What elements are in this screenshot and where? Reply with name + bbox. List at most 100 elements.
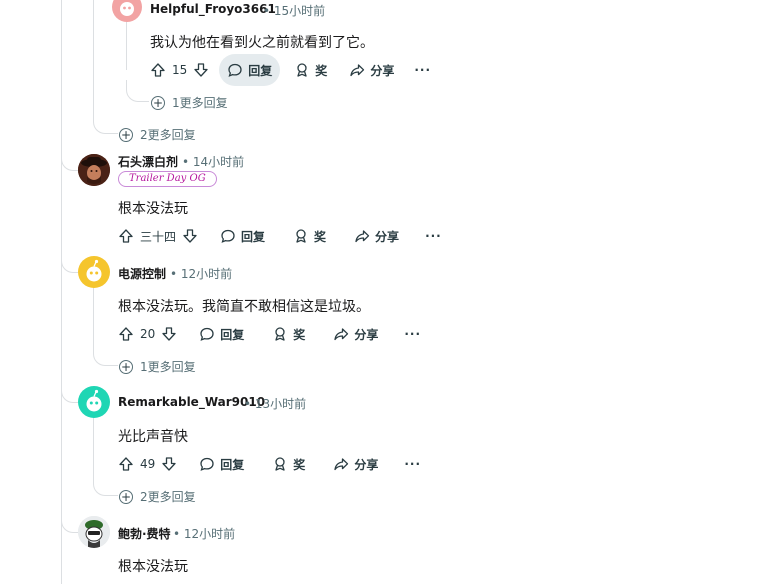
overflow-menu-button[interactable]: ··· bbox=[396, 318, 429, 350]
comment-body: 根本没法玩。我简直不敢相信这是垃圾。 bbox=[118, 299, 370, 315]
avatar[interactable] bbox=[112, 0, 142, 22]
award-button[interactable]: 奖 bbox=[264, 448, 313, 480]
separator-dot: • bbox=[170, 267, 178, 281]
award-label: 奖 bbox=[315, 63, 328, 78]
thread-elbow bbox=[61, 506, 78, 533]
comment-actions: 20 回复 奖 分享 ··· bbox=[110, 318, 429, 350]
separator-dot: • bbox=[173, 527, 181, 541]
share-icon bbox=[334, 328, 349, 341]
reply-label: 回复 bbox=[220, 457, 245, 472]
award-button[interactable]: 奖 bbox=[264, 318, 313, 350]
more-replies-button[interactable]: + 2更多回复 bbox=[119, 488, 196, 505]
snoo-avatar-icon bbox=[120, 2, 134, 16]
comment-author[interactable]: 鲍勃·费特 bbox=[118, 525, 171, 542]
plus-circle-icon: + bbox=[119, 359, 133, 374]
upvote-icon[interactable] bbox=[118, 456, 134, 472]
downvote-icon[interactable] bbox=[182, 228, 198, 244]
overflow-icon: ··· bbox=[414, 63, 432, 77]
comment-meta: • 13小时前 bbox=[244, 395, 306, 412]
reply-button[interactable]: 回复 bbox=[191, 318, 252, 350]
award-icon bbox=[275, 457, 285, 471]
overflow-menu-button[interactable]: ··· bbox=[396, 448, 429, 480]
share-icon bbox=[355, 230, 370, 243]
more-replies-label: 2更多回复 bbox=[140, 490, 196, 504]
comment-bubble-icon bbox=[200, 457, 214, 471]
downvote-icon[interactable] bbox=[161, 456, 177, 472]
award-icon bbox=[296, 229, 306, 243]
thread-elbow bbox=[61, 376, 78, 403]
comment-bubble-icon bbox=[200, 327, 214, 341]
comment-bubble-icon bbox=[221, 229, 235, 243]
upvote-icon[interactable] bbox=[150, 62, 166, 78]
plus-circle-icon: + bbox=[119, 489, 133, 504]
share-icon bbox=[350, 64, 365, 77]
share-button[interactable]: 分享 bbox=[341, 54, 402, 86]
comment-actions: 三十四 回复 奖 分享 ··· bbox=[110, 220, 450, 252]
more-replies-button[interactable]: + 1更多回复 bbox=[119, 358, 196, 375]
comment-bubble-icon bbox=[228, 63, 242, 77]
vote-group: 三十四 bbox=[110, 220, 206, 252]
vote-count: 49 bbox=[140, 457, 156, 471]
comment-actions: 15 回复 奖 分享 ··· bbox=[142, 54, 439, 86]
more-replies-label: 2更多回复 bbox=[140, 128, 196, 142]
reply-button[interactable]: 回复 bbox=[219, 54, 281, 86]
comment-time: 12小时前 bbox=[183, 527, 236, 541]
award-icon bbox=[297, 63, 307, 77]
share-button[interactable]: 分享 bbox=[325, 448, 386, 480]
award-label: 奖 bbox=[293, 327, 306, 342]
share-label: 分享 bbox=[354, 327, 379, 342]
comment-author[interactable]: 电源控制 bbox=[118, 265, 166, 282]
comment-author[interactable]: Remarkable_War9010 bbox=[118, 395, 265, 409]
comment-author[interactable]: 石头漂白剂 bbox=[118, 153, 178, 170]
more-replies-button[interactable]: + 2更多回复 bbox=[119, 126, 196, 143]
award-button[interactable]: 奖 bbox=[286, 54, 335, 86]
vote-group: 15 bbox=[142, 54, 217, 86]
vote-group: 49 bbox=[110, 448, 185, 480]
avatar[interactable] bbox=[78, 516, 110, 548]
comment-body: 我认为他在看到火之前就看到了它。 bbox=[150, 35, 374, 51]
cowboy-portrait-icon bbox=[78, 154, 110, 186]
thread-elbow bbox=[93, 100, 118, 134]
comment-meta: • 12小时前 bbox=[173, 525, 235, 542]
more-replies-button[interactable]: + 1更多回复 bbox=[151, 94, 228, 111]
snoo-avatar-icon bbox=[86, 259, 102, 282]
award-label: 奖 bbox=[314, 229, 327, 244]
comment-author[interactable]: Helpful_Froyo3661 bbox=[150, 2, 276, 16]
avatar[interactable] bbox=[78, 256, 110, 288]
reply-label: 回复 bbox=[241, 229, 266, 244]
share-label: 分享 bbox=[375, 229, 400, 244]
comment-time: 12小时前 bbox=[180, 267, 233, 281]
award-label: 奖 bbox=[293, 457, 306, 472]
comment-body: 光比声音快 bbox=[118, 429, 188, 445]
comment-body: 根本没法玩 bbox=[118, 201, 188, 217]
reply-button[interactable]: 回复 bbox=[191, 448, 252, 480]
thread-elbow bbox=[61, 144, 78, 171]
comment-time: 13小时前 bbox=[254, 397, 307, 411]
avatar[interactable] bbox=[78, 386, 110, 418]
overflow-icon: ··· bbox=[404, 327, 422, 341]
share-button[interactable]: 分享 bbox=[325, 318, 386, 350]
downvote-icon[interactable] bbox=[161, 326, 177, 342]
overflow-menu-button[interactable]: ··· bbox=[417, 220, 450, 252]
reply-button[interactable]: 回复 bbox=[212, 220, 273, 252]
comment-time: 15小时前 bbox=[273, 4, 326, 18]
avatar[interactable] bbox=[78, 154, 110, 186]
plus-circle-icon: + bbox=[151, 95, 165, 110]
snoo-avatar-icon bbox=[86, 389, 102, 412]
comment-time: 14小时前 bbox=[192, 155, 245, 169]
vote-count: 三十四 bbox=[140, 229, 177, 244]
upvote-icon[interactable] bbox=[118, 326, 134, 342]
award-icon bbox=[275, 327, 285, 341]
downvote-icon[interactable] bbox=[193, 62, 209, 78]
comment-meta: • 15小时前 bbox=[263, 2, 325, 19]
more-replies-label: 1更多回复 bbox=[172, 96, 228, 110]
share-button[interactable]: 分享 bbox=[346, 220, 407, 252]
separator-dot: • bbox=[182, 155, 190, 169]
vote-count: 15 bbox=[172, 63, 188, 77]
separator-dot: • bbox=[244, 397, 252, 411]
award-button[interactable]: 奖 bbox=[285, 220, 334, 252]
overflow-icon: ··· bbox=[425, 229, 442, 243]
upvote-icon[interactable] bbox=[118, 228, 134, 244]
overflow-icon: ··· bbox=[404, 457, 422, 471]
overflow-menu-button[interactable]: ··· bbox=[406, 54, 439, 86]
